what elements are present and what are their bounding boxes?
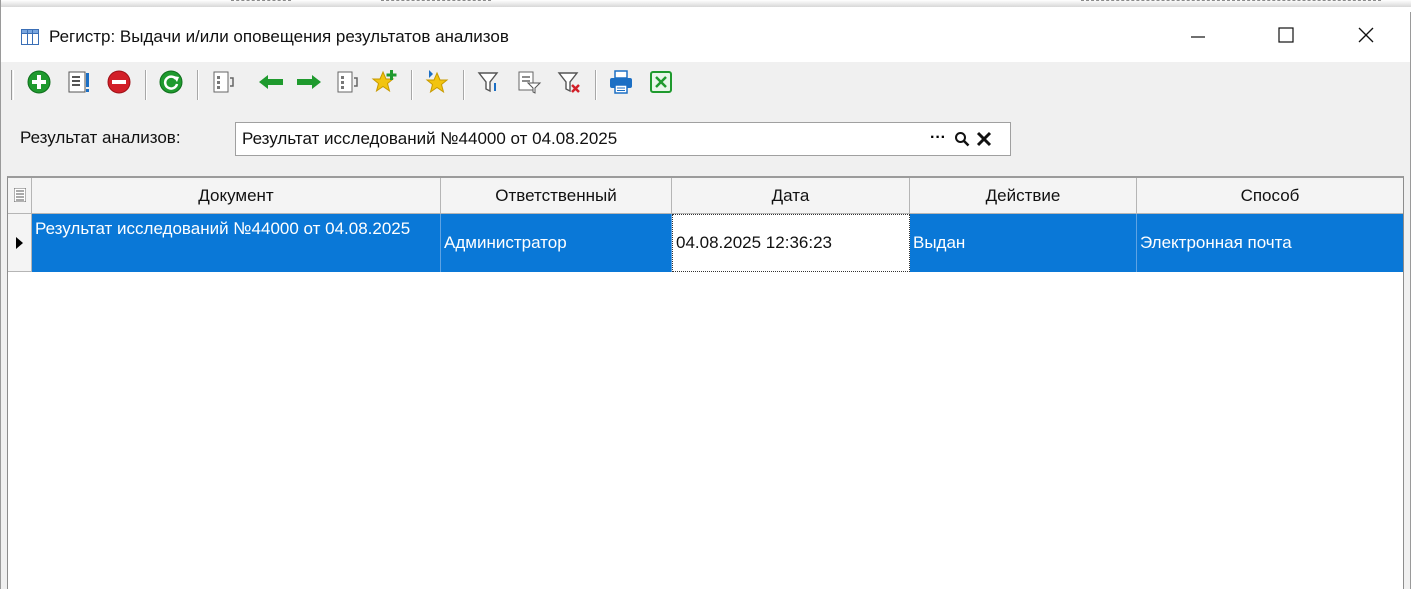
print-button[interactable] <box>605 68 637 100</box>
close-button[interactable] <box>1326 12 1406 62</box>
maximize-button[interactable] <box>1246 12 1326 62</box>
favorites-button[interactable] <box>421 68 453 100</box>
column-header-date[interactable]: Дата <box>672 178 910 214</box>
cell-method[interactable]: Электронная почта <box>1137 214 1403 272</box>
filter-edit-icon <box>516 69 542 100</box>
record-last-icon <box>334 69 360 100</box>
current-row-arrow-icon <box>16 237 23 249</box>
refresh-button[interactable] <box>155 68 187 100</box>
filter-clear-button[interactable] <box>553 68 585 100</box>
background-window-edge <box>1 0 1411 12</box>
record-first-icon <box>210 69 236 100</box>
analysis-result-value: Результат исследований №44000 от 04.08.2… <box>242 129 618 148</box>
first-record-button[interactable] <box>207 68 239 100</box>
close-icon <box>1357 26 1375 49</box>
data-grid[interactable]: Документ Ответственный Дата Действие Спо… <box>7 176 1404 589</box>
star-arrow-icon <box>423 68 451 101</box>
background-dash <box>381 0 491 7</box>
filter-label: Результат анализов: <box>20 128 181 147</box>
table-window-icon <box>21 28 39 46</box>
column-chooser-button[interactable] <box>8 178 32 214</box>
clear-icon[interactable] <box>974 129 994 149</box>
column-header-method[interactable]: Способ <box>1137 178 1403 214</box>
cell-action[interactable]: Выдан <box>910 214 1137 272</box>
arrow-right-icon <box>295 69 323 100</box>
add-favorite-button[interactable] <box>369 68 401 100</box>
filter-row: Результат анализов: Результат исследован… <box>1 108 1410 168</box>
excel-export-button[interactable] <box>645 68 677 100</box>
grid-header: Документ Ответственный Дата Действие Спо… <box>8 178 1403 214</box>
row-indicator[interactable] <box>8 214 32 272</box>
toolbar-separator <box>145 70 147 100</box>
column-list-icon <box>13 187 27 207</box>
column-header-action[interactable]: Действие <box>910 178 1137 214</box>
toolbar-separator <box>411 70 413 100</box>
toolbar-separator <box>595 70 597 100</box>
add-button[interactable] <box>23 68 55 100</box>
minimize-button[interactable] <box>1158 12 1238 62</box>
minimize-icon <box>1190 27 1206 48</box>
arrow-left-icon <box>257 69 285 100</box>
excel-icon <box>648 69 674 100</box>
minus-circle-icon <box>106 69 132 100</box>
filter-button[interactable] <box>473 68 505 100</box>
plus-circle-icon <box>26 69 52 100</box>
filter-icon <box>476 69 502 100</box>
toolbar <box>1 62 1410 108</box>
background-dash <box>231 0 291 7</box>
toolbar-grip[interactable] <box>11 70 14 100</box>
printer-icon <box>607 68 635 101</box>
star-plus-icon <box>371 68 399 101</box>
toolbar-separator <box>197 70 199 100</box>
edit-form-icon <box>66 69 92 100</box>
next-record-button[interactable] <box>293 68 325 100</box>
title-bar[interactable]: Регистр: Выдачи и/или оповещения результ… <box>1 12 1410 62</box>
ellipsis-button[interactable]: ··· <box>928 128 948 148</box>
prev-record-button[interactable] <box>255 68 287 100</box>
filter-clear-icon <box>556 69 582 100</box>
cell-document[interactable]: Результат исследований №44000 от 04.08.2… <box>32 214 441 272</box>
last-record-button[interactable] <box>331 68 363 100</box>
maximize-icon <box>1277 26 1295 49</box>
refresh-icon <box>158 69 184 100</box>
window-title: Регистр: Выдачи и/или оповещения результ… <box>49 27 509 46</box>
edit-button[interactable] <box>63 68 95 100</box>
cell-date[interactable]: 04.08.2025 12:36:23 <box>672 214 910 272</box>
toolbar-separator <box>463 70 465 100</box>
search-icon[interactable] <box>952 129 972 149</box>
delete-button[interactable] <box>103 68 135 100</box>
column-header-responsible[interactable]: Ответственный <box>441 178 672 214</box>
column-header-document[interactable]: Документ <box>32 178 441 214</box>
table-row[interactable]: Результат исследований №44000 от 04.08.2… <box>8 214 1403 272</box>
cell-responsible[interactable]: Администратор <box>441 214 672 272</box>
register-window: Регистр: Выдачи и/или оповещения результ… <box>0 0 1411 589</box>
analysis-result-field[interactable]: Результат исследований №44000 от 04.08.2… <box>235 122 1011 156</box>
background-dash <box>1081 0 1381 7</box>
filter-edit-button[interactable] <box>513 68 545 100</box>
